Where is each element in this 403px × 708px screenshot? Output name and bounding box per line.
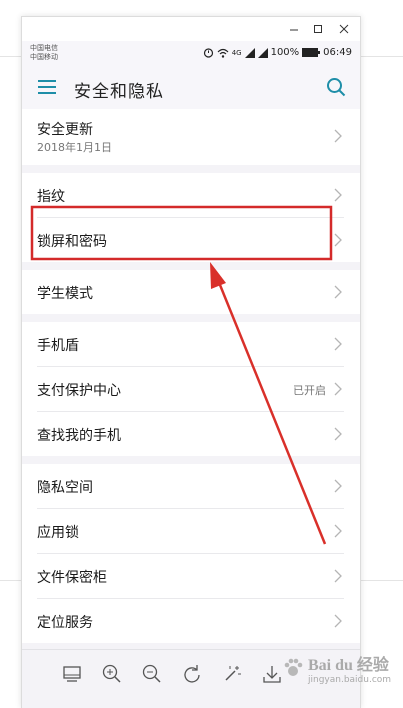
menu-button[interactable] [38, 79, 56, 98]
item-label: 文件保密柜 [37, 570, 107, 586]
network-type: 4G [231, 48, 242, 57]
battery-percent: 100% [270, 47, 300, 58]
item-label: 指纹 [37, 189, 65, 205]
watermark-text: Bai du 经验 [308, 657, 389, 674]
list-item-find-my-phone[interactable]: 查找我的手机 [37, 412, 344, 456]
settings-group: 指纹 锁屏和密码 [22, 173, 360, 262]
hamburger-icon [38, 80, 56, 94]
fit-screen-button[interactable] [60, 662, 84, 686]
app-bar: 安全和隐私 [22, 65, 360, 109]
list-item-security-update[interactable]: 安全更新 2018年1月1日 [37, 109, 344, 165]
clock: 06:49 [323, 47, 352, 58]
download-icon [263, 666, 281, 683]
minimize-icon [290, 29, 298, 31]
signal-icon [244, 47, 255, 58]
chevron-right-icon [334, 188, 342, 202]
settings-group: 隐私空间 应用锁 文件保密柜 定位服务 [22, 464, 360, 643]
maximize-button[interactable] [308, 20, 328, 38]
watermark: Bai du 经验 jingyan.baidu.com [282, 651, 391, 685]
chevron-right-icon [334, 382, 342, 396]
magic-wand-button[interactable] [220, 662, 244, 686]
list-item-student-mode[interactable]: 学生模式 [37, 270, 344, 314]
list-item-phone-shield[interactable]: 手机盾 [37, 322, 344, 367]
carrier-label: 中国移动 [30, 53, 58, 61]
chevron-right-icon [334, 614, 342, 628]
alarm-icon [203, 48, 213, 58]
list-item-lock-screen-password[interactable]: 锁屏和密码 [37, 218, 344, 262]
settings-group: 学生模式 [22, 270, 360, 314]
rotate-icon [184, 665, 200, 683]
magic-wand-icon [225, 666, 241, 681]
watermark-subtext: jingyan.baidu.com [308, 675, 392, 685]
item-label: 学生模式 [37, 286, 93, 302]
search-icon [327, 78, 346, 97]
chevron-right-icon [334, 285, 342, 299]
chevron-right-icon [334, 427, 342, 441]
download-button[interactable] [260, 662, 284, 686]
chevron-right-icon [334, 479, 342, 493]
item-subtitle: 2018年1月1日 [37, 141, 112, 154]
settings-list: 安全更新 2018年1月1日 指纹 锁屏和密码 学生模式 手机盾 支付保护中心 … [22, 109, 360, 643]
list-item-app-lock[interactable]: 应用锁 [37, 509, 344, 554]
close-button[interactable] [334, 20, 354, 38]
item-label: 隐私空间 [37, 480, 93, 496]
wifi-icon [217, 48, 229, 58]
chevron-right-icon [334, 129, 342, 143]
settings-group: 手机盾 支付保护中心 已开启 查找我的手机 [22, 322, 360, 456]
chevron-right-icon [334, 524, 342, 538]
item-label: 支付保护中心 [37, 383, 121, 399]
zoom-in-button[interactable] [100, 662, 124, 686]
status-value: 已开启 [293, 384, 326, 397]
item-label: 查找我的手机 [37, 428, 121, 444]
window-titlebar [22, 17, 360, 41]
list-item-private-space[interactable]: 隐私空间 [37, 464, 344, 509]
item-label: 定位服务 [37, 615, 93, 631]
minimize-button[interactable] [284, 20, 304, 38]
zoom-out-button[interactable] [140, 662, 164, 686]
item-label: 安全更新 [37, 122, 93, 138]
chevron-right-icon [334, 569, 342, 583]
paw-logo-icon [284, 658, 303, 676]
battery-icon [302, 48, 321, 57]
close-icon [339, 24, 349, 34]
signal-icon [257, 47, 268, 58]
rotate-button[interactable] [180, 662, 204, 686]
list-item-file-safe[interactable]: 文件保密柜 [37, 554, 344, 599]
phone-window: 中国电信 中国移动 4G 100% 06:49 安全和隐私 安全更新 2018年… [21, 16, 361, 708]
chevron-right-icon [334, 233, 342, 247]
page-title: 安全和隐私 [74, 82, 164, 102]
list-item-location-services[interactable]: 定位服务 [37, 599, 344, 643]
item-label: 应用锁 [37, 525, 79, 541]
fit-screen-icon [63, 666, 81, 682]
item-label: 手机盾 [37, 338, 79, 354]
list-item-fingerprint[interactable]: 指纹 [37, 173, 344, 218]
list-item-payment-protection[interactable]: 支付保护中心 已开启 [37, 367, 344, 412]
search-button[interactable] [326, 77, 346, 101]
maximize-icon [314, 25, 322, 33]
chevron-right-icon [334, 337, 342, 351]
zoom-in-icon [102, 664, 121, 683]
zoom-out-icon [142, 664, 161, 683]
status-bar: 中国电信 中国移动 4G 100% 06:49 [22, 41, 360, 65]
carrier-label: 中国电信 [30, 44, 58, 52]
settings-group: 安全更新 2018年1月1日 [22, 109, 360, 165]
item-label: 锁屏和密码 [37, 234, 107, 250]
